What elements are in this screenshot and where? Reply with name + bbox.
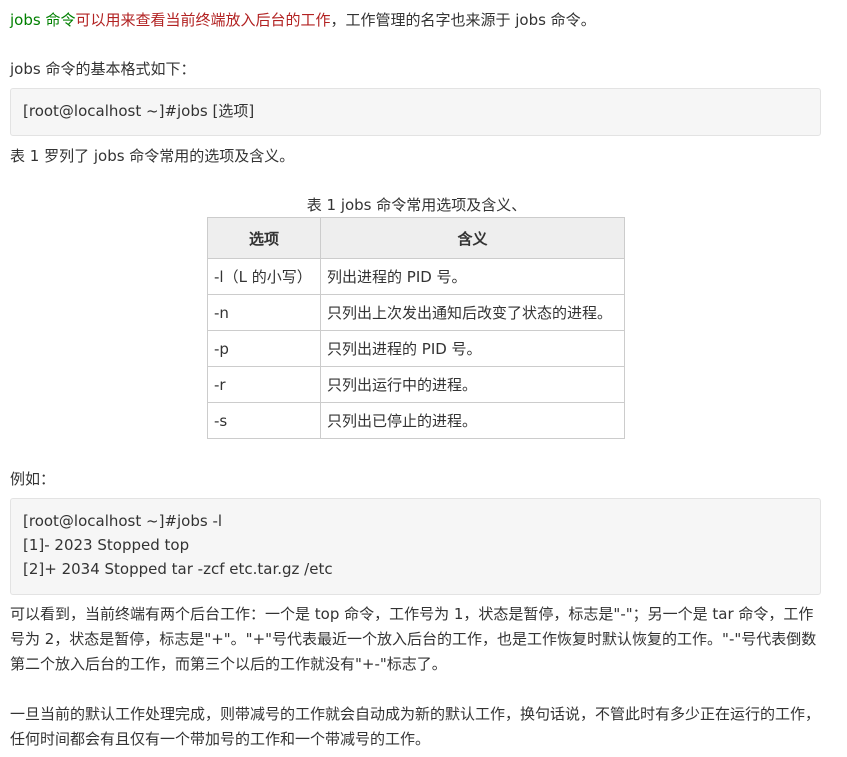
intro-term: jobs 命令 [10, 11, 76, 29]
table-row: -l（L 的小写） 列出进程的 PID 号。 [207, 258, 625, 295]
header-meaning: 含义 [320, 217, 625, 259]
intro-paragraph: jobs 命令可以用来查看当前终端放入后台的工作，工作管理的名字也来源于 job… [10, 8, 596, 32]
meaning-cell: 只列出运行中的进程。 [320, 366, 625, 403]
example-code-block: [root@localhost ~]#jobs -l [1]- 2023 Sto… [10, 498, 821, 595]
option-cell: -s [207, 402, 321, 439]
code-line: [root@localhost ~]#jobs -l [23, 512, 223, 530]
default-job-paragraph: 一旦当前的默认工作处理完成，则带减号的工作就会自动成为新的默认工作，换句话说，不… [10, 705, 821, 748]
table-intro: 表 1 罗列了 jobs 命令常用的选项及含义。 [10, 147, 295, 165]
option-cell: -r [207, 366, 321, 403]
header-option: 选项 [207, 217, 321, 259]
meaning-cell: 只列出已停止的进程。 [320, 402, 625, 439]
intro-rest: ，工作管理的名字也来源于 jobs 命令。 [330, 11, 596, 29]
meaning-cell: 只列出进程的 PID 号。 [320, 330, 625, 367]
table-header-row: 选项 含义 [207, 217, 625, 259]
meaning-cell: 列出进程的 PID 号。 [320, 258, 625, 295]
format-label: jobs 命令的基本格式如下： [10, 60, 196, 78]
table-row: -s 只列出已停止的进程。 [207, 402, 625, 439]
code-line: [root@localhost ~]#jobs [选项] [23, 102, 255, 120]
table-row: -n 只列出上次发出通知后改变了状态的进程。 [207, 294, 625, 331]
meaning-cell: 只列出上次发出通知后改变了状态的进程。 [320, 294, 625, 331]
options-table: 选项 含义 -l（L 的小写） 列出进程的 PID 号。 -n 只列出上次发出通… [207, 217, 625, 439]
table-row: -r 只列出运行中的进程。 [207, 366, 625, 403]
intro-highlight: 可以用来查看当前终端放入后台的工作 [75, 11, 331, 29]
option-cell: -n [207, 294, 321, 331]
table-caption: 表 1 jobs 命令常用选项及含义、 [306, 196, 527, 214]
code-line: [2]+ 2034 Stopped tar -zcf etc.tar.gz /e… [23, 560, 333, 578]
explanation-paragraph: 可以看到，当前终端有两个后台工作：一个是 top 命令，工作号为 1，状态是暂停… [10, 605, 817, 673]
format-code-block: [root@localhost ~]#jobs [选项] [10, 88, 821, 136]
option-cell: -p [207, 330, 321, 367]
code-line: [1]- 2023 Stopped top [23, 536, 190, 554]
option-cell: -l（L 的小写） [207, 258, 321, 295]
table-row: -p 只列出进程的 PID 号。 [207, 330, 625, 367]
example-label: 例如： [10, 470, 56, 488]
